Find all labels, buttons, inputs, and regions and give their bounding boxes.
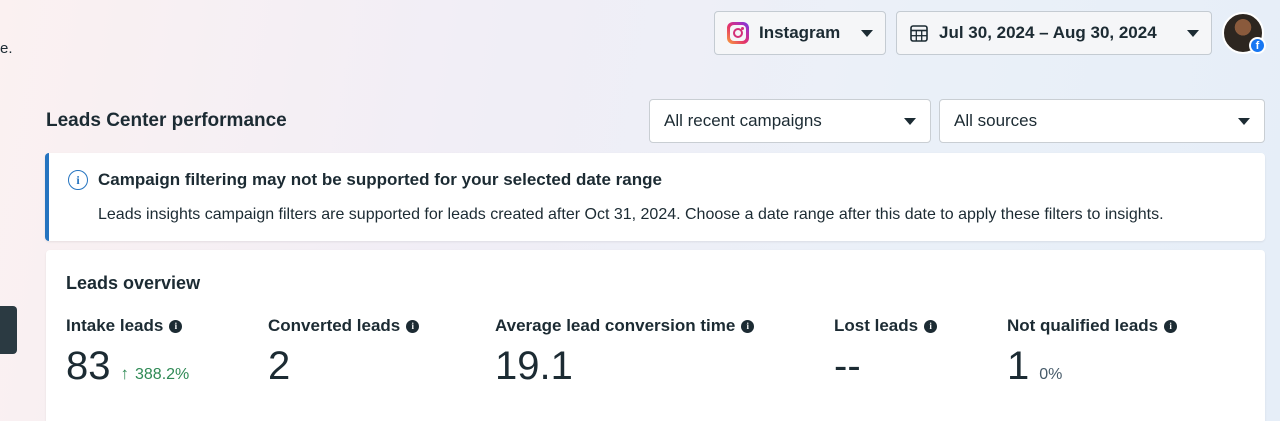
date-range-selector[interactable]: Jul 30, 2024 – Aug 30, 2024 [896, 11, 1212, 55]
platform-label: Instagram [759, 23, 841, 42]
section-title: Leads Center performance [46, 110, 287, 131]
metric-value: 19.1 [495, 344, 573, 388]
info-icon[interactable]: i [741, 319, 755, 333]
metric-value: -- [834, 344, 861, 388]
metric-not-qualified-leads: Not qualified leads i 1 0% [1007, 316, 1178, 388]
metric-converted-leads: Converted leads i 2 [268, 316, 420, 388]
avatar[interactable]: f [1222, 12, 1266, 54]
metric-lost-leads: Lost leads i -- [834, 316, 938, 388]
facebook-icon: f [1249, 37, 1266, 54]
instagram-icon [727, 22, 749, 44]
metric-label: Intake leads [66, 316, 164, 335]
arrow-up-icon: ↑ [120, 364, 130, 383]
info-icon[interactable]: i [169, 319, 183, 333]
percent-value: 0% [1039, 366, 1063, 383]
delta-value: 388.2% [135, 366, 190, 383]
truncated-text: e. [0, 40, 13, 57]
campaign-filter-dropdown[interactable]: All recent campaigns [649, 99, 931, 143]
metric-label: Not qualified leads [1007, 316, 1159, 335]
metric-avg-conversion-time: Average lead conversion time i 19.1 [495, 316, 755, 388]
info-icon[interactable]: i [924, 319, 938, 333]
info-icon[interactable]: i [406, 319, 420, 333]
source-filter-value: All sources [954, 111, 1038, 130]
metric-label: Converted leads [268, 316, 401, 335]
info-banner: i Campaign filtering may not be supporte… [45, 153, 1265, 241]
date-range-label: Jul 30, 2024 – Aug 30, 2024 [939, 23, 1157, 42]
metric-value: 1 [1007, 344, 1030, 388]
source-filter-dropdown[interactable]: All sources [939, 99, 1265, 143]
chevron-down-icon [1238, 117, 1250, 125]
metric-intake-leads: Intake leads i 83 ↑ 388.2% [66, 316, 189, 388]
banner-text: Leads insights campaign filters are supp… [98, 206, 1164, 223]
chevron-down-icon [861, 29, 873, 37]
info-icon[interactable]: i [1164, 319, 1178, 333]
delta-badge: ↑ 388.2% [120, 364, 190, 384]
platform-selector[interactable]: Instagram [714, 11, 886, 55]
metric-label: Average lead conversion time [495, 316, 736, 335]
chevron-down-icon [1187, 29, 1199, 37]
card-title: Leads overview [66, 273, 201, 293]
calendar-icon [910, 25, 928, 42]
info-icon: i [68, 170, 88, 190]
campaign-filter-value: All recent campaigns [664, 111, 822, 130]
metric-label: Lost leads [834, 316, 919, 335]
metric-value: 83 [66, 344, 111, 388]
leads-overview-card: Leads overview Intake leads i 83 ↑ 388.2… [46, 250, 1265, 421]
metric-value: 2 [268, 344, 291, 388]
side-panel-edge[interactable] [0, 306, 17, 354]
banner-title: Campaign filtering may not be supported … [98, 170, 662, 189]
chevron-down-icon [904, 117, 916, 125]
